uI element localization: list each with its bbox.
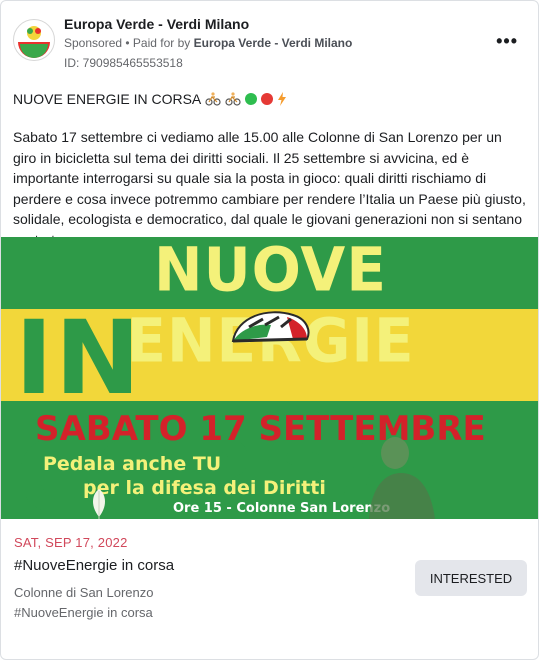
creative-time-place: Ore 15 - Colonne San Lorenzo: [173, 501, 391, 516]
post-body: Sabato 17 settembre ci vediamo alle 15.0…: [13, 129, 526, 248]
creative-tagline-2: per la difesa dei Diritti: [83, 477, 326, 499]
event-tag: #NuoveEnergie in corsa: [14, 605, 153, 620]
paid-for-prefix: • Paid for by: [122, 36, 194, 50]
post-headline: NUOVE ENERGIE IN CORSA: [13, 91, 287, 107]
advertiser-name[interactable]: Europa Verde - Verdi Milano: [194, 36, 353, 50]
red-circle-icon: [261, 93, 274, 105]
bike-helmet-icon: [231, 311, 310, 343]
creative-tagline-1: Pedala anche TU: [43, 453, 222, 475]
bicycle-icon: [205, 92, 221, 106]
ad-creative-image[interactable]: NUOVE ENERGIE IN CORSA SABATO 17 SETTEMB…: [1, 237, 538, 519]
cyclist-figure-icon: [369, 437, 435, 519]
sponsored-label: Sponsored: [64, 36, 123, 50]
interested-button[interactable]: INTERESTED: [415, 560, 527, 596]
post-header: Europa Verde - Verdi Milano Sponsored • …: [13, 13, 526, 73]
feather-icon: [93, 489, 105, 519]
page-avatar[interactable]: [13, 19, 55, 61]
event-location: Colonne di San Lorenzo: [14, 585, 154, 600]
event-title[interactable]: #NuoveEnergie in corsa: [14, 557, 174, 574]
headline-text: NUOVE ENERGIE IN CORSA: [13, 91, 202, 107]
page-name[interactable]: Europa Verde - Verdi Milano: [64, 16, 249, 32]
ad-id: ID: 790985465553518: [64, 56, 183, 70]
ad-card: Europa Verde - Verdi Milano Sponsored • …: [0, 0, 539, 660]
bicycle-icon: [225, 92, 241, 106]
event-date: SAT, SEP 17, 2022: [14, 535, 128, 550]
green-circle-icon: [245, 93, 258, 105]
europa-verde-logo-icon: [15, 21, 53, 59]
sponsored-line: Sponsored • Paid for by Europa Verde - V…: [64, 36, 352, 50]
more-options-icon[interactable]: •••: [496, 31, 518, 52]
lightning-icon: [278, 92, 287, 106]
